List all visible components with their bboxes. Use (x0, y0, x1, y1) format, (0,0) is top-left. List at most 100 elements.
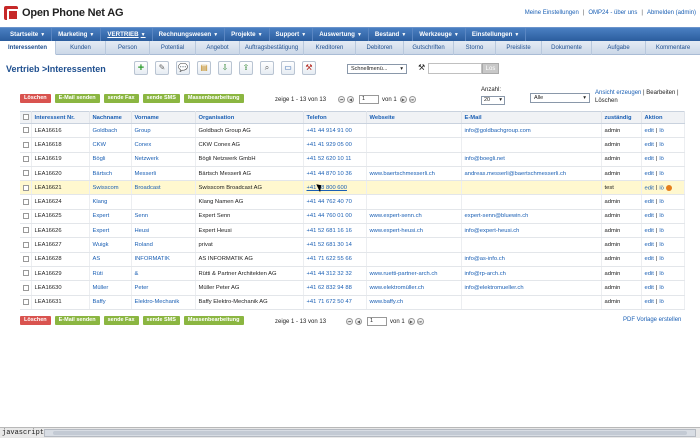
phone-link[interactable]: +41 71 622 55 66 (307, 256, 352, 262)
table-row[interactable]: LEA16625 Expert Senn Expert Senn +41 44 760 … (20, 209, 685, 225)
email-link[interactable]: info@elektromueller.ch (465, 285, 524, 291)
menu-auswertung[interactable]: Auswertung ▼ (313, 28, 369, 42)
page-input[interactable]: 1 (359, 95, 380, 104)
website-link[interactable]: www.elektromüller.ch (370, 285, 424, 291)
edit-link[interactable]: edit (645, 285, 654, 291)
page-input[interactable]: 1 (367, 317, 388, 326)
send-sms-button[interactable]: sende SMS (142, 94, 180, 103)
edit-link[interactable]: edit (645, 171, 654, 177)
delete-link[interactable]: lö (659, 142, 664, 148)
tools-icon[interactable]: ⚒ (302, 61, 316, 75)
delete-link[interactable]: lö (659, 228, 664, 234)
menu-support[interactable]: Support ▼ (270, 28, 314, 42)
prev-page-icon[interactable]: ◀ (355, 318, 363, 325)
next-page-icon[interactable]: ▶ (407, 318, 415, 325)
first-page-icon[interactable]: ⏮ (346, 318, 354, 325)
submenu-kommentare[interactable]: Kommentare (646, 41, 700, 55)
lastname-link[interactable]: CKW (93, 142, 107, 148)
quick-search-input[interactable] (428, 63, 482, 74)
send-fax-button[interactable]: sende Fax (103, 94, 139, 103)
delete-link[interactable]: lö (659, 185, 664, 191)
table-row[interactable]: LEA16629 Rüti & Rütti & Partner Architekten… (20, 266, 685, 282)
phone-link[interactable]: +41 44 760 01 00 (307, 213, 352, 219)
phone-link[interactable]: +41 52 620 10 11 (307, 156, 352, 162)
edit-link[interactable]: edit (645, 228, 654, 234)
col-header[interactable]: Webseite (366, 111, 462, 124)
edit-link[interactable]: edit (645, 156, 654, 162)
email-link[interactable]: expert-senn@bluewin.ch (465, 213, 529, 219)
col-header[interactable]: Vorname (131, 111, 196, 124)
edit-link[interactable]: edit (645, 242, 654, 248)
menu-vertrieb[interactable]: VERTRIEB ▼ (101, 28, 153, 42)
table-row[interactable]: LEA16619 Bögli Netzwerk Bögli Netzwerk GmbH… (20, 152, 685, 167)
table-row[interactable]: LEA16626 Expert Heusi Expert Heusi +41 52 68… (20, 223, 685, 239)
phone-link[interactable]: +41 71 672 50 47 (307, 299, 352, 305)
delete-link[interactable]: lö (659, 285, 664, 291)
firstname-link[interactable]: Netzwerk (135, 156, 159, 162)
website-link[interactable]: www.baertschmesserli.ch (370, 171, 435, 177)
col-header[interactable]: Organisation (195, 111, 304, 124)
delete-button[interactable]: Löschen (20, 94, 51, 103)
firstname-link[interactable]: Broadcast (135, 185, 161, 191)
next-page-icon[interactable]: ▶ (399, 96, 407, 103)
last-page-icon[interactable]: ⏭ (416, 318, 424, 325)
search-button[interactable]: Los (482, 63, 499, 74)
lastname-link[interactable]: Bögli (93, 156, 106, 162)
submenu-debitoren[interactable]: Debitoren (356, 41, 404, 55)
table-row[interactable]: LEA16624 Klang Klang Namen AG +41 44 762 40… (20, 194, 685, 210)
phone-link[interactable]: +41 44 914 91 00 (307, 128, 352, 134)
select-all-checkbox[interactable] (23, 114, 29, 121)
lastname-link[interactable]: Müller (93, 285, 109, 291)
row-checkbox[interactable] (23, 270, 29, 277)
submenu-person[interactable]: Person (106, 41, 150, 55)
menu-bestand[interactable]: Bestand ▼ (369, 28, 414, 42)
phone-link[interactable]: +41 44 312 32 32 (307, 271, 352, 277)
phone-link[interactable]: +41 52 681 16 16 (307, 228, 352, 234)
logo[interactable]: Open Phone Net AG (4, 6, 124, 21)
website-link[interactable]: www.baffy.ch (370, 299, 404, 305)
row-checkbox[interactable] (23, 298, 29, 305)
phone-link[interactable]: +41 62 832 94 88 (307, 285, 352, 291)
edit-link[interactable]: edit (645, 271, 654, 277)
firstname-link[interactable]: INFORMATIK (135, 256, 170, 262)
last-page-icon[interactable]: ⏭ (408, 96, 416, 103)
row-checkbox[interactable] (23, 127, 29, 134)
col-header[interactable]: E-Mail (461, 111, 602, 124)
email-link[interactable]: info@boegli.net (465, 156, 505, 162)
add-icon[interactable]: + (134, 61, 148, 75)
pdf-template-link[interactable]: PDF Vorlage erstellen (623, 317, 681, 323)
email-link[interactable]: info@expert-heusi.ch (465, 228, 520, 234)
phone-link[interactable]: +41 58 800 600 (307, 185, 347, 191)
table-row[interactable]: LEA16618 CKW Conex CKW Conex AG +41 41 929 0… (20, 137, 685, 153)
submenu-auftragsbestaetigung[interactable]: Auftragsbestätigung (240, 41, 304, 55)
bulk-edit-button[interactable]: Massenbearbeitung (183, 94, 244, 103)
lastname-link[interactable]: Klang (93, 199, 108, 205)
firstname-link[interactable]: Group (135, 128, 151, 134)
phone-link[interactable]: +41 52 681 30 14 (307, 242, 352, 248)
submenu-aufgabe[interactable]: Aufgabe (592, 41, 646, 55)
firstname-link[interactable]: & (135, 271, 139, 277)
logout-link[interactable]: Abmelden (admin) (647, 10, 696, 16)
lastname-link[interactable]: Bärtsch (93, 171, 113, 177)
about-link[interactable]: OMP24 - über uns (588, 10, 637, 16)
firstname-link[interactable]: Conex (135, 142, 152, 148)
email-link[interactable]: info@goldbachgroup.com (465, 128, 531, 134)
menu-projekte[interactable]: Projekte ▼ (225, 28, 270, 42)
firstname-link[interactable]: Elektro-Mechanik (135, 299, 180, 305)
submenu-potential[interactable]: Potential (150, 41, 196, 55)
firstname-link[interactable]: Roland (135, 242, 153, 248)
first-page-icon[interactable]: ⏮ (338, 96, 346, 103)
lastname-link[interactable]: Expert (93, 213, 110, 219)
edit-link[interactable]: edit (645, 142, 654, 148)
export-icon[interactable]: ⇪ (239, 61, 253, 75)
import-icon[interactable]: ⇩ (218, 61, 232, 75)
email-link[interactable]: andreas.messerli@baertschmesserli.ch (465, 171, 567, 177)
col-header[interactable]: Interessent Nr. (31, 111, 90, 124)
table-row[interactable]: LEA16621 Swisscom Broadcast Swisscom Broadc… (20, 180, 685, 196)
row-checkbox[interactable] (23, 284, 29, 291)
chat-icon[interactable]: 💬 (176, 61, 190, 75)
menu-rechnungswesen[interactable]: Rechnungswesen ▼ (153, 28, 226, 42)
delete-link[interactable]: lö (659, 256, 664, 262)
table-row[interactable]: LEA16630 Müller Peter Müller Peter AG +41 62… (20, 280, 685, 296)
phone-link[interactable]: +41 41 929 05 00 (307, 142, 352, 148)
